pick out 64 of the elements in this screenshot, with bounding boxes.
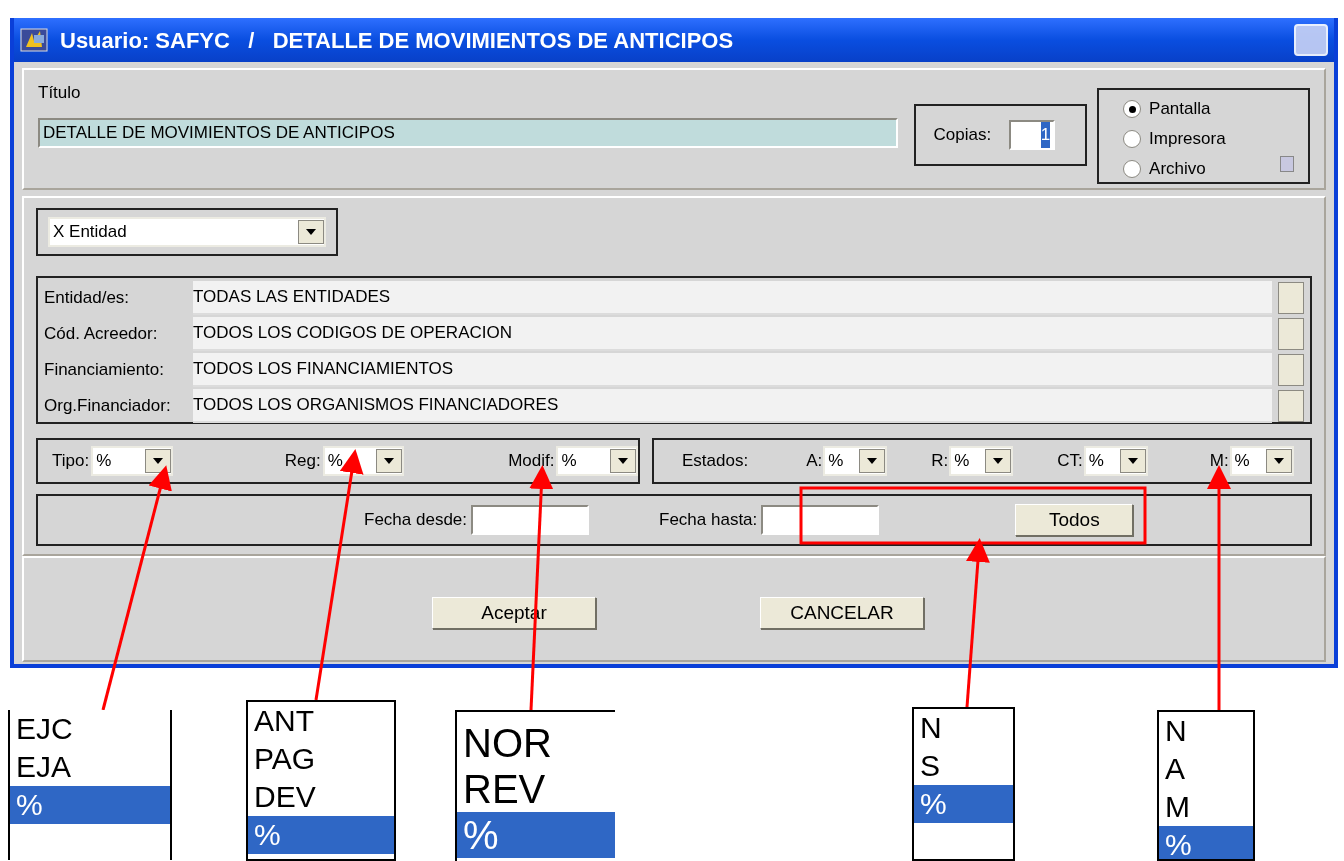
list-option[interactable]: S xyxy=(914,747,1013,785)
date-label: Fecha hasta: xyxy=(659,509,758,532)
list-option[interactable]: % xyxy=(248,816,394,854)
filter-value-field[interactable]: TODOS LOS FINANCIAMIENTOS xyxy=(193,353,1272,387)
close-button[interactable] xyxy=(1294,24,1328,56)
app-icon xyxy=(20,27,48,53)
selector-label: Modif: xyxy=(508,450,555,473)
filter-label: Org.Financiador: xyxy=(43,395,172,418)
list-option[interactable]: DEV xyxy=(248,778,394,816)
copies-field[interactable]: 1 xyxy=(1009,120,1056,150)
list-option[interactable]: ANT xyxy=(248,702,394,740)
options-button[interactable] xyxy=(1280,156,1294,172)
list-option[interactable]: NOR xyxy=(457,720,615,766)
dropdown[interactable]: % xyxy=(1229,446,1294,476)
field-label: Título xyxy=(38,82,82,104)
field-label: Copias: xyxy=(933,124,992,147)
lookup-button[interactable] xyxy=(1278,318,1304,350)
radio-label: Impresora xyxy=(1149,128,1226,151)
list-option[interactable]: EJA xyxy=(10,748,170,786)
dropdown[interactable]: % xyxy=(949,446,1014,476)
dropdown[interactable]: % xyxy=(823,446,888,476)
radio-label: Pantalla xyxy=(1149,98,1211,121)
filter-value-field[interactable]: TODOS LOS ORGANISMOS FINANCIADORES xyxy=(193,389,1272,423)
selector-label: A: xyxy=(806,450,823,473)
selector-label: R: xyxy=(931,450,949,473)
dropdown[interactable]: % xyxy=(556,446,638,476)
filter-value-field[interactable]: TODAS LAS ENTIDADES xyxy=(193,281,1272,315)
filter-label: Entidad/es: xyxy=(43,287,131,310)
list-option[interactable]: M xyxy=(1159,788,1253,826)
radio-option[interactable]: Pantalla xyxy=(1123,94,1308,124)
filter-label: Financiamiento: xyxy=(43,359,165,382)
radio-option[interactable]: Archivo xyxy=(1123,154,1308,184)
selector-label: CT: xyxy=(1057,450,1083,473)
lookup-button[interactable] xyxy=(1278,282,1304,314)
date-field[interactable] xyxy=(761,505,880,535)
date-field[interactable] xyxy=(471,505,589,535)
list-option[interactable]: EJC xyxy=(10,710,170,748)
list-option[interactable]: % xyxy=(457,812,615,858)
list-option[interactable]: REV xyxy=(457,766,615,812)
section-label: Estados: xyxy=(682,450,749,473)
group-by-dropdown[interactable]: X Entidad xyxy=(48,217,326,247)
filter-label: Cód. Acreedor: xyxy=(43,323,159,346)
dropdown[interactable]: % xyxy=(1083,446,1148,476)
list-option[interactable]: % xyxy=(1159,826,1253,859)
todos-button[interactable]: Todos xyxy=(1015,504,1134,536)
list-option[interactable]: N xyxy=(1159,712,1253,750)
date-label: Fecha desde: xyxy=(364,509,467,532)
radio-option[interactable]: Impresora xyxy=(1123,124,1308,154)
lookup-button[interactable] xyxy=(1278,390,1304,422)
filter-value-field[interactable]: TODOS LOS CODIGOS DE OPERACION xyxy=(193,317,1272,351)
list-option[interactable]: A xyxy=(1159,750,1253,788)
title-field[interactable]: DETALLE DE MOVIMIENTOS DE ANTICIPOS xyxy=(38,117,898,148)
window-title: Usuario: SAFYC / DETALLE DE MOVIMIENTOS DE ANTICIPOS xyxy=(60,26,734,55)
lookup-button[interactable] xyxy=(1278,354,1304,386)
list-option[interactable]: PAG xyxy=(248,740,394,778)
cancel-button[interactable]: CANCELAR xyxy=(760,597,924,629)
selector-label: Reg: xyxy=(284,450,321,473)
selector-label: M: xyxy=(1209,450,1229,473)
list-option[interactable]: N xyxy=(914,709,1013,747)
dropdown[interactable]: % xyxy=(91,446,173,476)
radio-label: Archivo xyxy=(1149,158,1206,181)
list-option[interactable]: % xyxy=(10,786,170,824)
selector-label: Tipo: xyxy=(52,450,90,473)
list-option[interactable]: % xyxy=(914,785,1013,823)
